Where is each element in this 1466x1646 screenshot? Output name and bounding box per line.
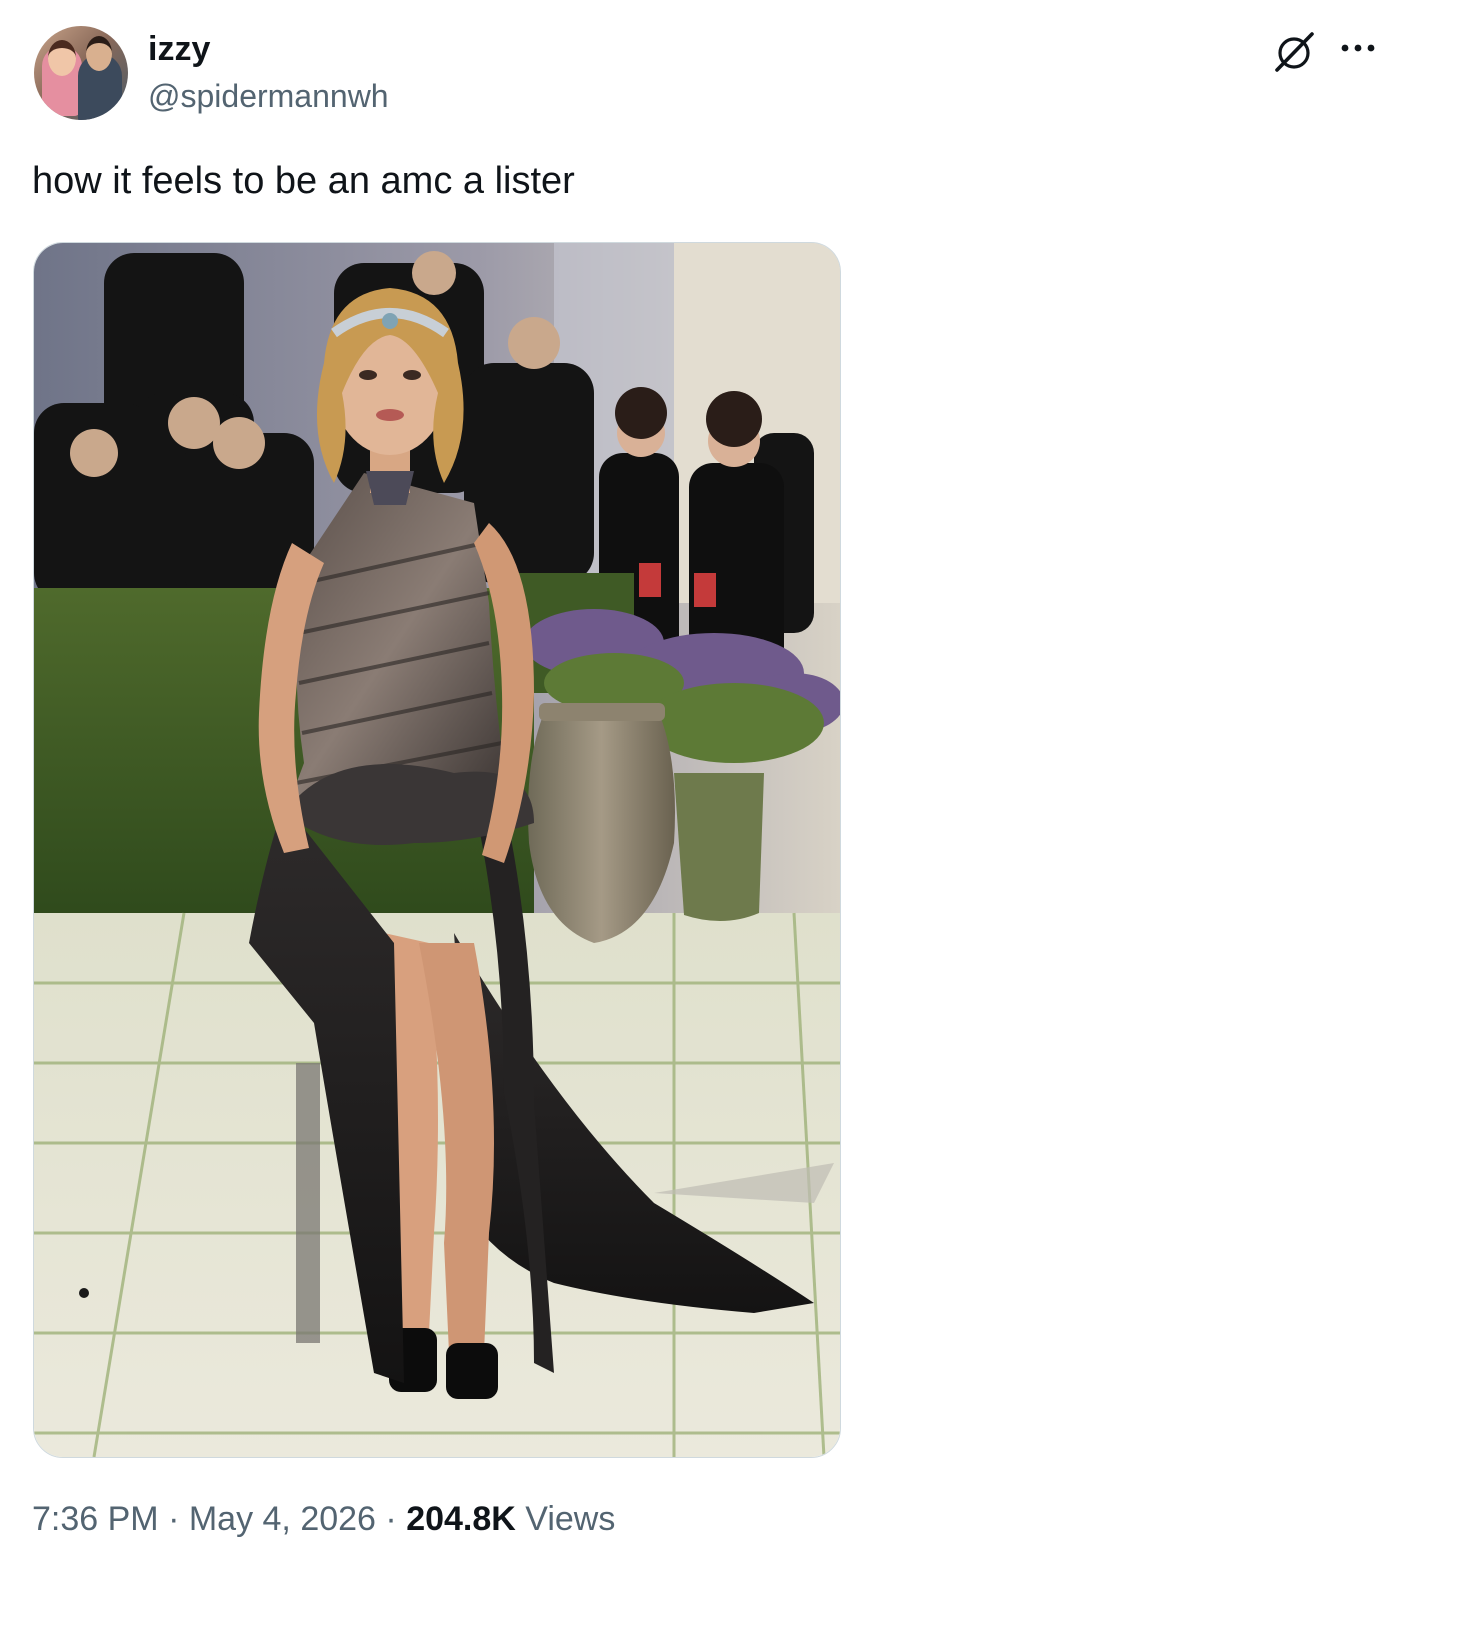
avatar-head-right bbox=[86, 36, 112, 71]
views-label: Views bbox=[515, 1500, 616, 1538]
avatar[interactable] bbox=[34, 26, 128, 120]
more-icon[interactable] bbox=[1338, 36, 1378, 60]
avatar-head-left bbox=[48, 40, 76, 76]
meta-separator: · bbox=[158, 1500, 189, 1538]
meta-separator: · bbox=[375, 1500, 407, 1538]
author-handle[interactable]: @spidermannwh bbox=[148, 78, 389, 115]
grok-icon[interactable] bbox=[1272, 30, 1316, 74]
photo-illustration bbox=[34, 243, 840, 1457]
tweet-meta: 7:36 PM · May 4, 2026 · 204.8K Views bbox=[32, 1500, 615, 1539]
views-count: 204.8K bbox=[406, 1500, 516, 1538]
tweet-date[interactable]: May 4, 2026 bbox=[189, 1500, 376, 1538]
tweet-photo[interactable] bbox=[33, 242, 841, 1458]
author-name[interactable]: izzy bbox=[148, 30, 210, 69]
tweet-text: how it feels to be an amc a lister bbox=[32, 160, 575, 202]
tweet-time[interactable]: 7:36 PM bbox=[32, 1500, 159, 1538]
